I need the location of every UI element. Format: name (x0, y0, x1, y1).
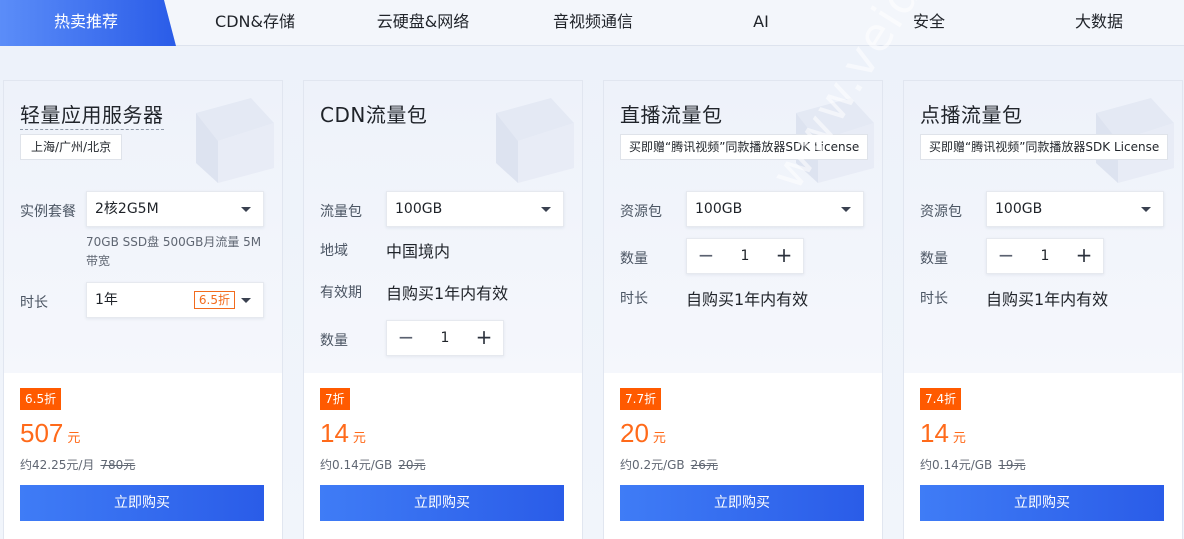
duration-value: 1年 (95, 292, 118, 308)
tab-audio-video[interactable]: 音视频通信 (508, 0, 678, 46)
product-card-vod: 点播流量包 买即赠“腾讯视频”同款播放器SDK License 资源包 100G… (903, 80, 1183, 539)
tab-cloud-disk-network[interactable]: 云硬盘&网络 (338, 0, 508, 46)
spec-label: 实例套餐 (20, 204, 76, 220)
duration-label: 时长 (620, 291, 648, 307)
duration-value: 自购买1年内有效 (686, 290, 809, 309)
unit-price: 约42.25元/月 (20, 458, 95, 472)
package-value: 100GB (395, 201, 443, 217)
caret-down-icon (841, 207, 851, 212)
package-select[interactable]: 100GB (686, 191, 864, 227)
tab-security[interactable]: 安全 (844, 0, 1014, 46)
duration-discount-badge: 6.5折 (193, 291, 235, 309)
price-sub: 约0.14元/GB 19元 (920, 456, 1026, 473)
quantity-stepper: − 1 + (386, 320, 504, 356)
price-unit: 元 (67, 431, 81, 446)
card-title: 点播流量包 (920, 103, 1023, 127)
duration-label: 时长 (20, 295, 48, 311)
caret-down-icon (241, 298, 251, 303)
price-unit: 元 (652, 431, 666, 446)
caret-down-icon (241, 207, 251, 212)
card-title: CDN流量包 (320, 103, 428, 127)
price-sub: 约0.2元/GB 26元 (620, 456, 718, 473)
quantity-value[interactable]: 1 (725, 239, 765, 273)
unit-price: 约0.2元/GB (620, 458, 685, 472)
product-card-live: 直播流量包 买即赠“腾讯视频”同款播放器SDK License 资源包 100G… (603, 80, 883, 539)
product-card-cdn: CDN流量包 流量包 100GB 地域 中国境内 有效期 自购买1年内有效 数量… (303, 80, 583, 539)
original-price: 780元 (100, 458, 136, 472)
duration-label: 时长 (920, 291, 948, 307)
price-value: 14 (320, 418, 349, 448)
card-title[interactable]: 轻量应用服务器 (20, 99, 164, 130)
minus-icon[interactable]: − (987, 239, 1025, 273)
duration-select[interactable]: 1年 6.5折 (86, 282, 264, 318)
tab-hot-recommend[interactable]: 热卖推荐 (0, 0, 172, 46)
discount-badge: 7.4折 (920, 388, 962, 410)
package-value: 100GB (695, 201, 743, 217)
quantity-value[interactable]: 1 (1025, 239, 1065, 273)
price-sub: 约42.25元/月 780元 (20, 456, 135, 473)
package-label: 资源包 (620, 204, 662, 220)
tab-cdn-storage[interactable]: CDN&存储 (170, 0, 340, 46)
price-value: 507 (20, 418, 64, 448)
validity-value: 自购买1年内有效 (386, 284, 509, 303)
spec-note: 70GB SSD盘 500GB月流量 5M带宽 (86, 235, 262, 268)
price: 14 元 (920, 418, 966, 449)
duration-value: 自购买1年内有效 (986, 290, 1109, 309)
minus-icon[interactable]: − (387, 321, 425, 355)
plus-icon[interactable]: + (465, 321, 503, 355)
quantity-stepper: − 1 + (686, 238, 804, 274)
buy-now-button[interactable]: 立即购买 (320, 485, 564, 521)
price: 20 元 (620, 418, 666, 449)
caret-down-icon (541, 207, 551, 212)
price-sub: 约0.14元/GB 20元 (320, 456, 426, 473)
unit-price: 约0.14元/GB (320, 458, 393, 472)
minus-icon[interactable]: − (687, 239, 725, 273)
price-value: 14 (920, 418, 949, 448)
quantity-stepper: − 1 + (986, 238, 1104, 274)
region-label: 地域 (320, 243, 348, 259)
tab-ai[interactable]: AI (676, 0, 846, 46)
product-tab-bar: 热卖推荐 CDN&存储 云硬盘&网络 音视频通信 AI 安全 大数据 (0, 0, 1184, 46)
discount-badge: 6.5折 (20, 388, 62, 410)
plus-icon[interactable]: + (765, 239, 803, 273)
decoration-cube-icon (496, 98, 574, 183)
quantity-value[interactable]: 1 (425, 321, 465, 355)
package-select[interactable]: 100GB (386, 191, 564, 227)
decoration-cube-icon (196, 98, 274, 183)
quantity-label: 数量 (320, 333, 348, 349)
validity-label: 有效期 (320, 285, 362, 301)
buy-now-button[interactable]: 立即购买 (620, 485, 864, 521)
promo-tag: 买即赠“腾讯视频”同款播放器SDK License (920, 134, 1169, 160)
package-label: 资源包 (920, 204, 962, 220)
package-value: 100GB (995, 201, 1043, 217)
original-price: 26元 (690, 458, 718, 472)
price: 14 元 (320, 418, 366, 449)
original-price: 19元 (998, 458, 1026, 472)
region-value: 中国境内 (386, 242, 451, 261)
tab-big-data[interactable]: 大数据 (1014, 0, 1184, 46)
price-unit: 元 (952, 431, 966, 446)
unit-price: 约0.14元/GB (920, 458, 993, 472)
price-unit: 元 (352, 431, 366, 446)
spec-value: 2核2G5M (95, 201, 159, 217)
quantity-label: 数量 (620, 251, 648, 267)
discount-badge: 7折 (320, 388, 350, 410)
package-select[interactable]: 100GB (986, 191, 1164, 227)
package-label: 流量包 (320, 204, 362, 220)
caret-down-icon (1141, 207, 1151, 212)
buy-now-button[interactable]: 立即购买 (20, 485, 264, 521)
original-price: 20元 (398, 458, 426, 472)
discount-badge: 7.7折 (620, 388, 662, 410)
spec-select[interactable]: 2核2G5M (86, 191, 264, 227)
promo-tag: 买即赠“腾讯视频”同款播放器SDK License (620, 134, 869, 160)
price-value: 20 (620, 418, 649, 448)
region-tag: 上海/广州/北京 (20, 134, 123, 160)
product-card-lighthouse: 轻量应用服务器 上海/广州/北京 实例套餐 2核2G5M 70GB SSD盘 5… (3, 80, 283, 539)
buy-now-button[interactable]: 立即购买 (920, 485, 1164, 521)
price: 507 元 (20, 418, 80, 449)
plus-icon[interactable]: + (1065, 239, 1103, 273)
card-title: 直播流量包 (620, 103, 723, 127)
quantity-label: 数量 (920, 251, 948, 267)
